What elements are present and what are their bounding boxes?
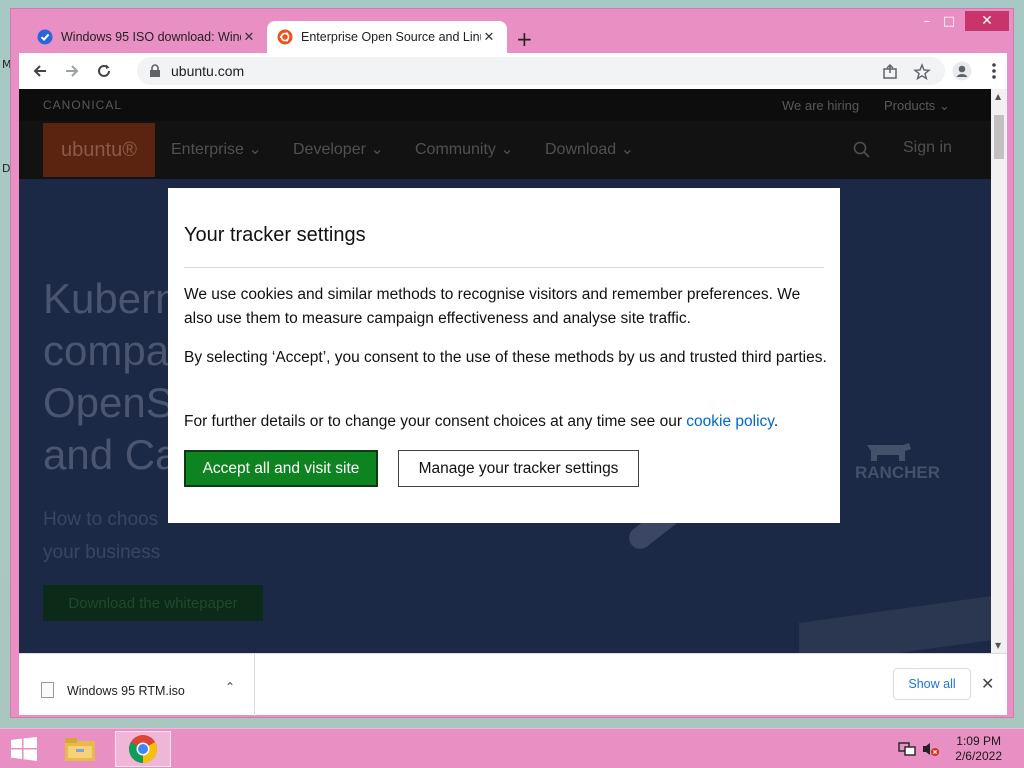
show-all-button[interactable]: Show all [893, 668, 971, 700]
profile-button[interactable] [951, 60, 973, 82]
divider [184, 267, 824, 268]
hiring-link[interactable]: We are hiring [782, 98, 859, 113]
minimize-icon: – [923, 13, 931, 29]
star-icon[interactable] [913, 63, 931, 81]
new-tab-button[interactable]: + [516, 27, 533, 51]
download-item[interactable]: Windows 95 RTM.iso ⌃ [19, 654, 255, 716]
scroll-down-icon[interactable]: ▼ [995, 641, 1001, 650]
reload-button[interactable] [93, 60, 115, 82]
file-explorer-icon [65, 738, 95, 761]
chevron-down-icon: ⌄ [500, 141, 514, 158]
tab-title: Windows 95 ISO download: Windo [61, 30, 241, 44]
products-menu[interactable]: Products ⌄ [884, 98, 950, 114]
dialog-paragraph: For further details or to change your co… [184, 410, 828, 434]
period-text: . [773, 413, 779, 430]
bull-icon [867, 443, 911, 461]
chevron-down-icon: ⌄ [620, 141, 635, 158]
chevron-down-icon: ⌄ [248, 141, 262, 158]
nav-community[interactable]: Community ⌄ [415, 139, 514, 159]
clock-date: 2/6/2022 [955, 749, 1002, 763]
nav-enterprise[interactable]: Enterprise ⌄ [171, 139, 262, 159]
network-icon[interactable] [898, 741, 916, 757]
manage-settings-button[interactable]: Manage your tracker settings [398, 450, 639, 487]
dialog-paragraph: We use cookies and similar methods to re… [184, 286, 801, 327]
canonical-logo[interactable]: CANONICAL [43, 98, 122, 112]
menu-button[interactable] [983, 60, 1005, 82]
sign-in-link[interactable]: Sign in [903, 139, 952, 157]
ubuntu-icon [277, 29, 293, 45]
nav-developer[interactable]: Developer ⌄ [293, 139, 384, 159]
file-icon [41, 682, 54, 698]
tab-ubuntu[interactable]: Enterprise Open Source and Linu ✕ [267, 21, 507, 53]
nav-download[interactable]: Download ⌄ [545, 139, 634, 159]
windows-start-icon[interactable] [10, 737, 38, 761]
profile-icon [952, 61, 972, 81]
share-icon[interactable] [881, 63, 899, 81]
cookie-policy-link[interactable]: cookie policy [686, 413, 774, 430]
forward-icon [66, 65, 79, 77]
chevron-down-icon: ⌄ [938, 98, 950, 113]
logo-text: ubuntu® [61, 138, 137, 161]
dialog-title: Your tracker settings [184, 224, 366, 246]
search-icon[interactable] [853, 141, 871, 159]
address-bar[interactable]: ubuntu.com [137, 57, 945, 85]
lock-icon[interactable] [149, 64, 161, 78]
taskbar-chrome[interactable] [115, 731, 171, 767]
canonical-bar: CANONICAL We are hiring Products ⌄ [19, 89, 991, 121]
products-label: Products [884, 98, 936, 113]
chrome-icon [129, 735, 157, 763]
hero-heading-line: OpenS [43, 379, 174, 426]
browser-toolbar: ubuntu.com [19, 53, 1007, 89]
maximize-icon: □ [942, 13, 956, 29]
url-text: ubuntu.com [171, 63, 245, 79]
volume-muted-icon[interactable] [922, 741, 940, 757]
download-shelf: Windows 95 RTM.iso ⌃ Show all ✕ [19, 653, 1007, 716]
tracker-settings-dialog: Your tracker settings We use cookies and… [168, 188, 840, 523]
ubuntu-logo[interactable]: ubuntu® [43, 123, 155, 177]
hero-heading-line: Kubern [43, 275, 179, 322]
nav-label: Community [415, 141, 496, 158]
rancher-logo: RANCHER [855, 441, 940, 483]
tab-title: Enterprise Open Source and Linu [301, 30, 481, 44]
back-icon [33, 65, 46, 77]
tab-close-icon[interactable]: ✕ [241, 29, 257, 45]
accept-all-button[interactable]: Accept all and visit site [184, 450, 378, 487]
chevron-up-icon[interactable]: ⌃ [225, 680, 235, 694]
taskbar: 1:09 PM 2/6/2022 [0, 728, 1024, 768]
hero-heading-line: and Ca [43, 431, 179, 478]
check-badge-icon [37, 29, 53, 45]
hero-subtitle-line: How to choos [43, 509, 159, 530]
menu-icon [992, 63, 996, 79]
main-navigation: ubuntu® Enterprise ⌄ Developer ⌄ Communi… [19, 121, 991, 179]
scrollbar-thumb[interactable] [994, 115, 1004, 159]
scroll-up-icon[interactable]: ▲ [995, 92, 1001, 101]
forward-button[interactable] [61, 60, 83, 82]
download-file-name: Windows 95 RTM.iso [67, 684, 185, 698]
close-shelf-icon[interactable]: ✕ [981, 674, 994, 693]
maximize-button[interactable]: □ [935, 11, 963, 31]
nav-label: Enterprise [171, 141, 244, 158]
back-button[interactable] [29, 60, 51, 82]
nav-label: Download [545, 141, 617, 158]
nav-label: Developer [293, 141, 366, 158]
taskbar-file-explorer[interactable] [52, 731, 108, 767]
chevron-down-icon: ⌄ [370, 141, 384, 158]
close-icon: ✕ [981, 13, 993, 29]
page-scrollbar[interactable]: ▲ ▼ [991, 89, 1007, 653]
system-clock[interactable]: 1:09 PM 2/6/2022 [955, 734, 1002, 764]
tab-close-icon[interactable]: ✕ [481, 29, 497, 45]
reload-icon [98, 64, 110, 77]
close-window-button[interactable]: ✕ [965, 11, 1009, 31]
consent-text: For further details or to change your co… [184, 413, 687, 430]
hero-heading-line: compa [43, 327, 170, 374]
download-whitepaper-button[interactable]: Download the whitepaper [43, 585, 263, 621]
clock-time: 1:09 PM [956, 734, 1001, 748]
dialog-paragraph: By selecting ‘Accept’, you consent to th… [184, 349, 827, 366]
tab-windows95[interactable]: Windows 95 ISO download: Windo ✕ [27, 21, 267, 53]
hero-subtitle-line: your business [43, 542, 161, 563]
rancher-text: RANCHER [855, 463, 940, 482]
